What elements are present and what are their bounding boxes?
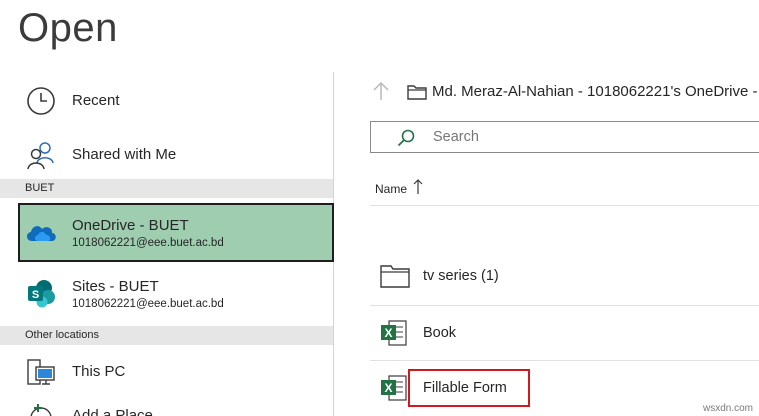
clock-icon [24,84,58,118]
locations-pane: Recent Shared with Me BUET OneDrive - BU… [0,72,334,416]
folder-icon [380,264,410,293]
breadcrumb[interactable]: Md. Meraz-Al-Nahian - 1018062221's OneDr… [432,83,758,100]
highlight-box [408,369,530,407]
svg-text:X: X [384,326,392,340]
location-onedrive-buet[interactable]: OneDrive - BUET 1018062221@eee.buet.ac.b… [18,203,334,262]
column-header-name[interactable]: Name [375,179,423,198]
location-sites-buet[interactable]: S Sites - BUET 1018062221@eee.buet.ac.bd [0,268,334,318]
globe-plus-icon [24,400,58,416]
account-email: 1018062221@eee.buet.ac.bd [72,237,224,249]
folder-icon [407,84,427,105]
file-row[interactable]: tv series (1) [370,249,759,304]
file-name: tv series (1) [423,268,499,284]
divider [370,205,759,206]
location-this-pc[interactable]: This PC [0,354,334,390]
location-add-place[interactable]: Add a Place [0,398,334,416]
excel-file-icon: X [380,319,408,352]
sort-ascending-icon [413,179,423,198]
search-icon [397,129,415,152]
file-row[interactable]: X Book [370,305,759,360]
people-icon [24,138,58,172]
svg-text:X: X [384,381,392,395]
sharepoint-icon: S [24,276,58,310]
location-label: OneDrive - BUET [72,217,189,234]
location-label: This PC [72,363,126,380]
column-header-label: Name [375,181,408,196]
search-input[interactable] [433,129,753,145]
file-browser: Md. Meraz-Al-Nahian - 1018062221's OneDr… [335,72,759,416]
location-label: Shared with Me [72,146,177,163]
file-name: Book [423,325,457,341]
search-box[interactable] [370,121,759,153]
excel-file-icon: X [380,374,408,407]
location-recent[interactable]: Recent [0,84,334,118]
watermark: wsxdn.com [702,403,753,414]
location-label: Sites - BUET [72,278,159,295]
computer-icon [24,356,58,390]
location-label: Add a Place [72,407,153,416]
group-header-other: Other locations [0,326,333,345]
up-arrow-icon[interactable] [373,81,389,101]
page-title: Open [18,6,118,50]
svg-text:S: S [32,289,39,301]
onedrive-cloud-icon [24,215,58,249]
location-shared-with-me[interactable]: Shared with Me [0,138,334,172]
location-label: Recent [72,92,120,109]
account-email: 1018062221@eee.buet.ac.bd [72,298,224,310]
group-header-buet: BUET [0,179,333,198]
